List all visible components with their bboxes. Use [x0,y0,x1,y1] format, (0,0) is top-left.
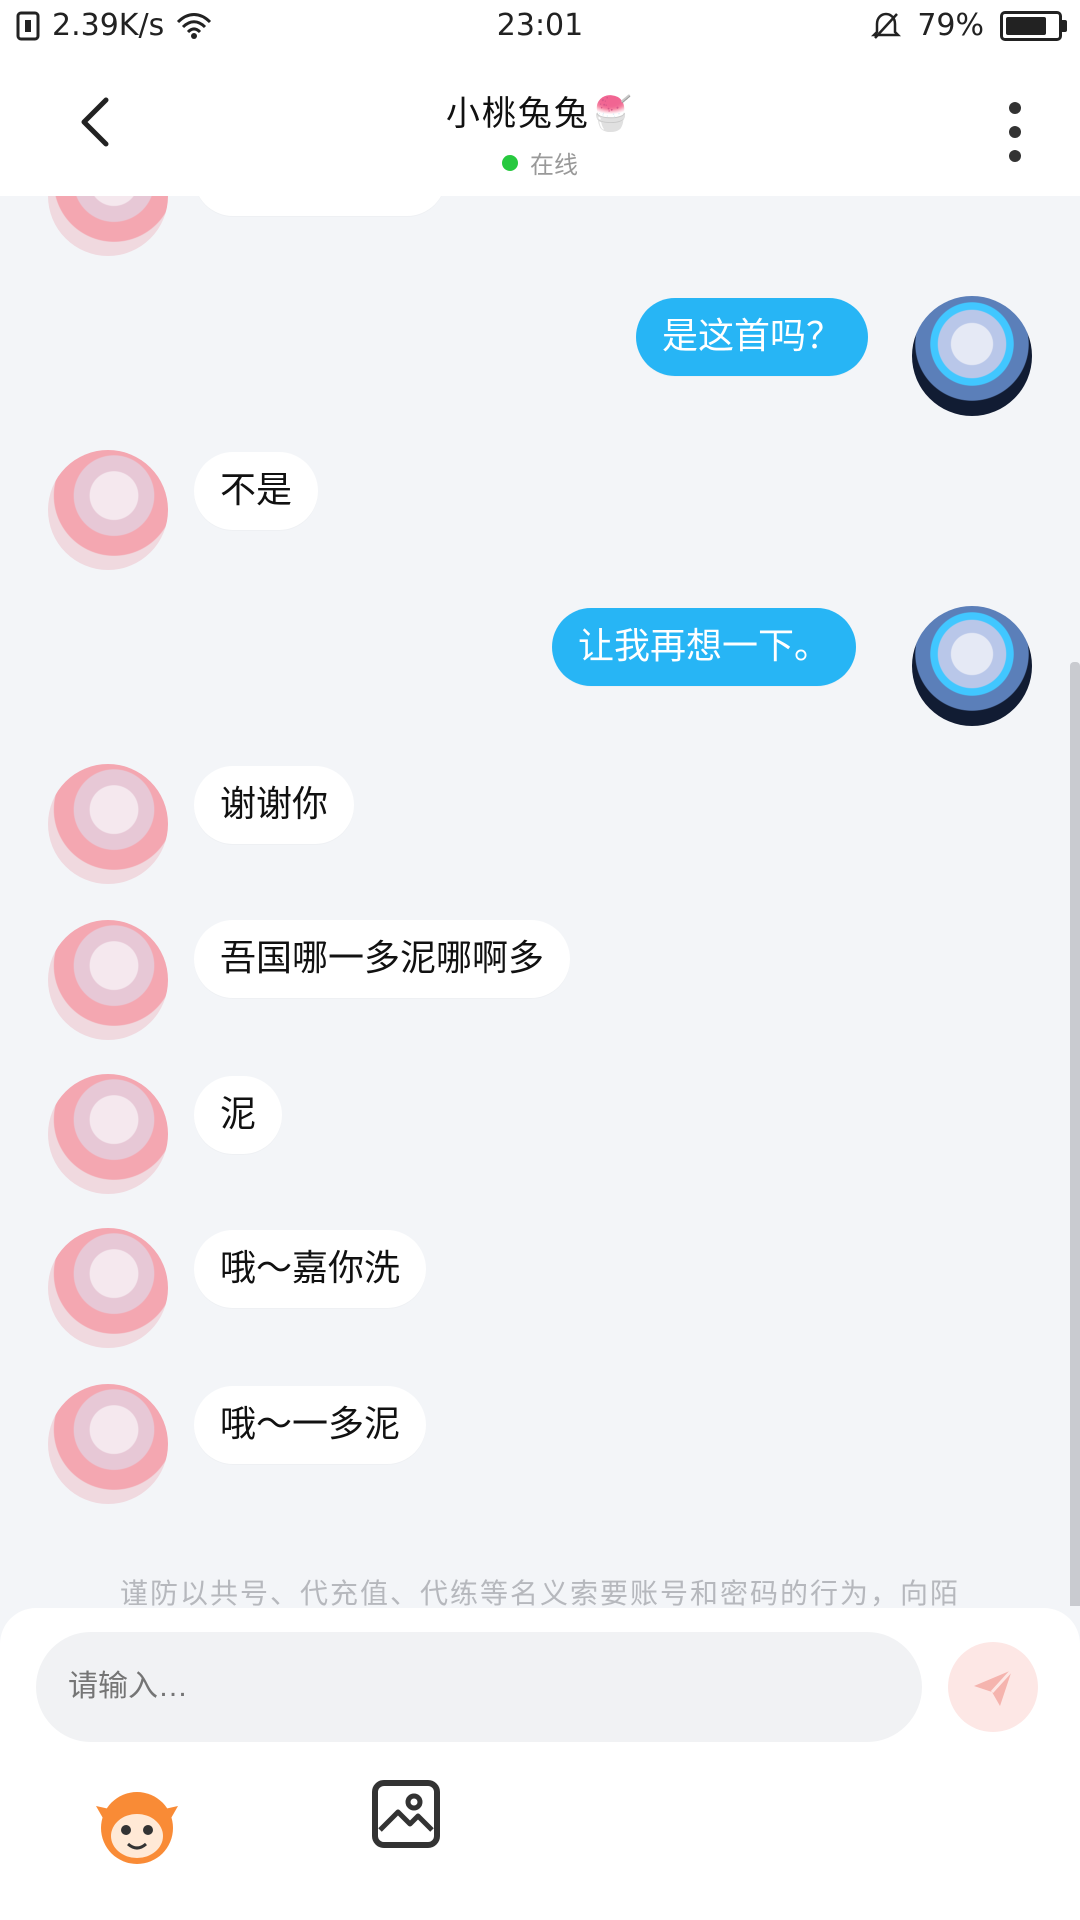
my-avatar[interactable] [912,606,1032,726]
send-button[interactable] [948,1642,1038,1732]
image-glyph [378,1793,434,1832]
input-panel [0,1608,1080,1920]
contact-avatar[interactable] [48,764,168,884]
chat-list[interactable]: 是这首吗？ 不是 让我再想一下。 谢谢你 吾国哪一多泥哪啊多 泥 哦～嘉你洗 哦… [0,196,1080,1606]
battery-icon [1000,10,1067,41]
message-bubble[interactable]: 不是 [194,452,319,530]
message-bubble[interactable]: 泥 [194,1076,283,1154]
message-bubble[interactable]: 哦～嘉你洗 [194,1230,427,1308]
online-label: 在线 [530,151,578,179]
contact-name: 小桃兔兔🍧 [445,94,635,134]
chat-header: 小桃兔兔🍧 在线 [0,56,1080,196]
contact-avatar[interactable] [48,920,168,1040]
message-bubble[interactable]: 哦～一多泥 [194,1386,427,1464]
bell-muted-icon [871,12,902,39]
message-bubble[interactable]: 吾国哪一多泥哪啊多 [194,920,571,998]
battery-fill [1006,16,1046,35]
more-icon[interactable] [1000,102,1030,162]
message-bubble[interactable]: 让我再想一下。 [552,608,857,686]
scrollbar[interactable] [1070,662,1080,1606]
contact-avatar[interactable] [48,1228,168,1348]
contact-avatar[interactable] [48,1074,168,1194]
contact-avatar[interactable] [48,450,168,570]
title-block: 小桃兔兔🍧 在线 [0,86,1080,180]
status-bar: 2.39K/s 23:01 79% [0,0,1080,56]
message-bubble[interactable] [194,196,446,216]
online-dot-icon [502,154,518,171]
status-right: 79% [871,8,1067,43]
message-bubble[interactable]: 是这首吗？ [636,298,869,376]
message-bubble[interactable]: 谢谢你 [194,766,355,844]
contact-avatar[interactable] [48,196,168,256]
contact-avatar[interactable] [48,1384,168,1504]
message-input[interactable] [36,1632,922,1742]
mascot-icon[interactable] [92,1780,182,1870]
my-avatar[interactable] [912,296,1032,416]
send-icon [974,1668,1014,1706]
online-status: 在线 [0,145,1080,180]
image-icon[interactable] [372,1780,440,1848]
safety-notice: 谨防以共号、代充值、代练等名义索要账号和密码的行为，向陌 [119,1577,960,1610]
battery-percent: 79% [917,8,984,43]
